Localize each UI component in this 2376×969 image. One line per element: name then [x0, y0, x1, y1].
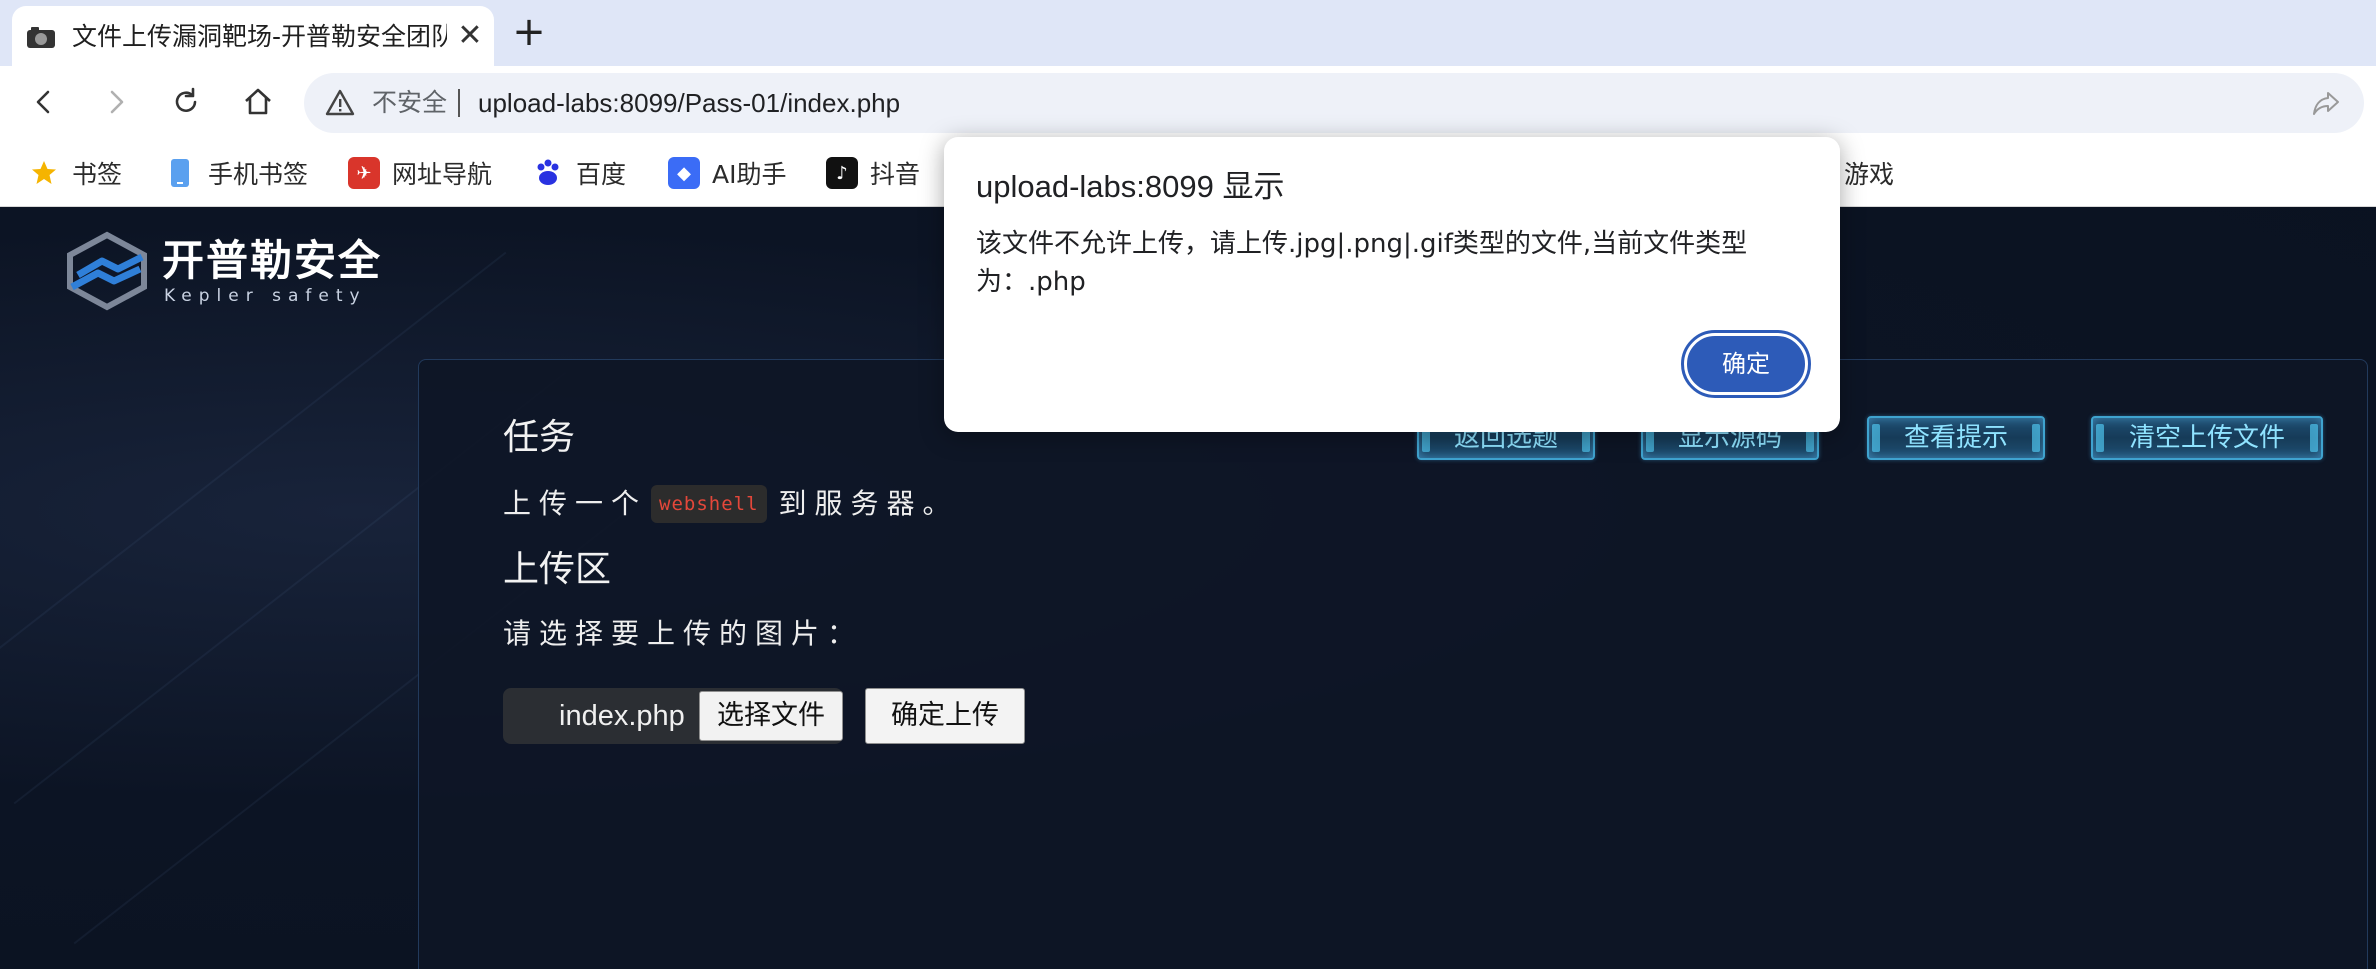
- favicon-icon: [26, 26, 56, 50]
- bookmark-label: 手机书签: [208, 160, 309, 189]
- tab-strip: 文件上传漏洞靶场-开普勒安全团队 ✕ +: [0, 0, 2376, 66]
- bookmark-item[interactable]: ✈ 网址导航: [348, 151, 492, 195]
- dialog-message: 该文件不允许上传，请上传.jpg|.png|.gif类型的文件,当前文件类型为：…: [976, 229, 1748, 297]
- main-panel: 任务 上传一个 webshell 到服务器。 上传区 请选择要上传的图片： in…: [418, 359, 2368, 969]
- kepler-logo-icon: [67, 231, 147, 311]
- arrow-left-icon: [36, 90, 50, 114]
- baidu-icon: [532, 157, 564, 189]
- address-bar[interactable]: 不安全 upload-labs:8099/Pass-01/index.php: [304, 73, 2364, 133]
- warning-icon[interactable]: [324, 87, 356, 119]
- security-label[interactable]: 不安全: [372, 86, 447, 120]
- bookmark-label: 网址导航: [392, 160, 493, 189]
- bookmark-item[interactable]: 手机书签: [164, 151, 308, 195]
- site-logo[interactable]: 开普勒安全 Kepler safety: [62, 231, 382, 311]
- dialog-title: upload-labs:8099 显示: [976, 169, 1285, 204]
- logo-title: 开普勒安全: [162, 236, 383, 285]
- browser-toolbar: 不安全 upload-labs:8099/Pass-01/index.php: [0, 66, 2376, 141]
- star-icon: [28, 157, 60, 189]
- task-description: 上传一个 webshell 到服务器。: [503, 484, 959, 524]
- task-suffix: 到服务器。: [778, 487, 959, 520]
- arrow-right-icon: [110, 90, 124, 114]
- dialog-ok-button[interactable]: 确定: [1681, 330, 1811, 398]
- selected-file-name: index.php: [559, 700, 685, 732]
- share-icon[interactable]: [2310, 87, 2342, 119]
- url-text[interactable]: upload-labs:8099/Pass-01/index.php: [478, 86, 900, 120]
- choose-file-button[interactable]: 选择文件: [699, 691, 843, 741]
- bookmark-item[interactable]: 书签: [28, 151, 122, 195]
- browser-tab[interactable]: 文件上传漏洞靶场-开普勒安全团队 ✕: [12, 6, 494, 66]
- back-button[interactable]: [22, 80, 66, 124]
- phone-icon: [164, 157, 196, 189]
- logo-subtitle: Kepler safety: [164, 286, 367, 306]
- upload-submit-button[interactable]: 确定上传: [865, 688, 1025, 744]
- bookmark-item[interactable]: ◆ AI助手: [668, 151, 786, 195]
- new-tab-button[interactable]: +: [510, 12, 548, 52]
- upload-prompt: 请选择要上传的图片：: [503, 617, 864, 650]
- view-hint-button[interactable]: 查看提示: [1867, 416, 2045, 460]
- bookmark-label: 百度: [576, 160, 627, 189]
- nav-icon: ✈: [348, 157, 380, 189]
- bookmark-item[interactable]: 百度: [532, 151, 626, 195]
- forward-button[interactable]: [94, 80, 138, 124]
- home-icon: [245, 88, 271, 115]
- tab-title: 文件上传漏洞靶场-开普勒安全团队: [72, 22, 447, 51]
- task-heading: 任务: [503, 417, 576, 458]
- bookmark-label: AI助手: [712, 160, 787, 189]
- clear-uploads-button[interactable]: 清空上传文件: [2091, 416, 2323, 460]
- task-prefix: 上传一个: [503, 487, 648, 520]
- alert-dialog: upload-labs:8099 显示 该文件不允许上传，请上传.jpg|.pn…: [944, 137, 1840, 432]
- upload-heading: 上传区: [503, 549, 612, 590]
- ai-icon: ◆: [668, 157, 700, 189]
- bookmark-label: 抖音: [870, 160, 921, 189]
- address-divider: [458, 89, 460, 117]
- home-button[interactable]: [236, 80, 280, 124]
- file-input[interactable]: index.php 选择文件: [503, 688, 843, 744]
- bookmark-label: 书签: [72, 160, 123, 189]
- bookmark-label: 游戏: [1844, 160, 1895, 189]
- reload-button[interactable]: [164, 80, 208, 124]
- bookmark-item[interactable]: ♪ 抖音: [826, 151, 920, 195]
- reload-icon: [175, 87, 197, 112]
- close-tab-icon[interactable]: ✕: [454, 20, 486, 52]
- douyin-icon: ♪: [826, 157, 858, 189]
- webshell-code: webshell: [651, 485, 767, 523]
